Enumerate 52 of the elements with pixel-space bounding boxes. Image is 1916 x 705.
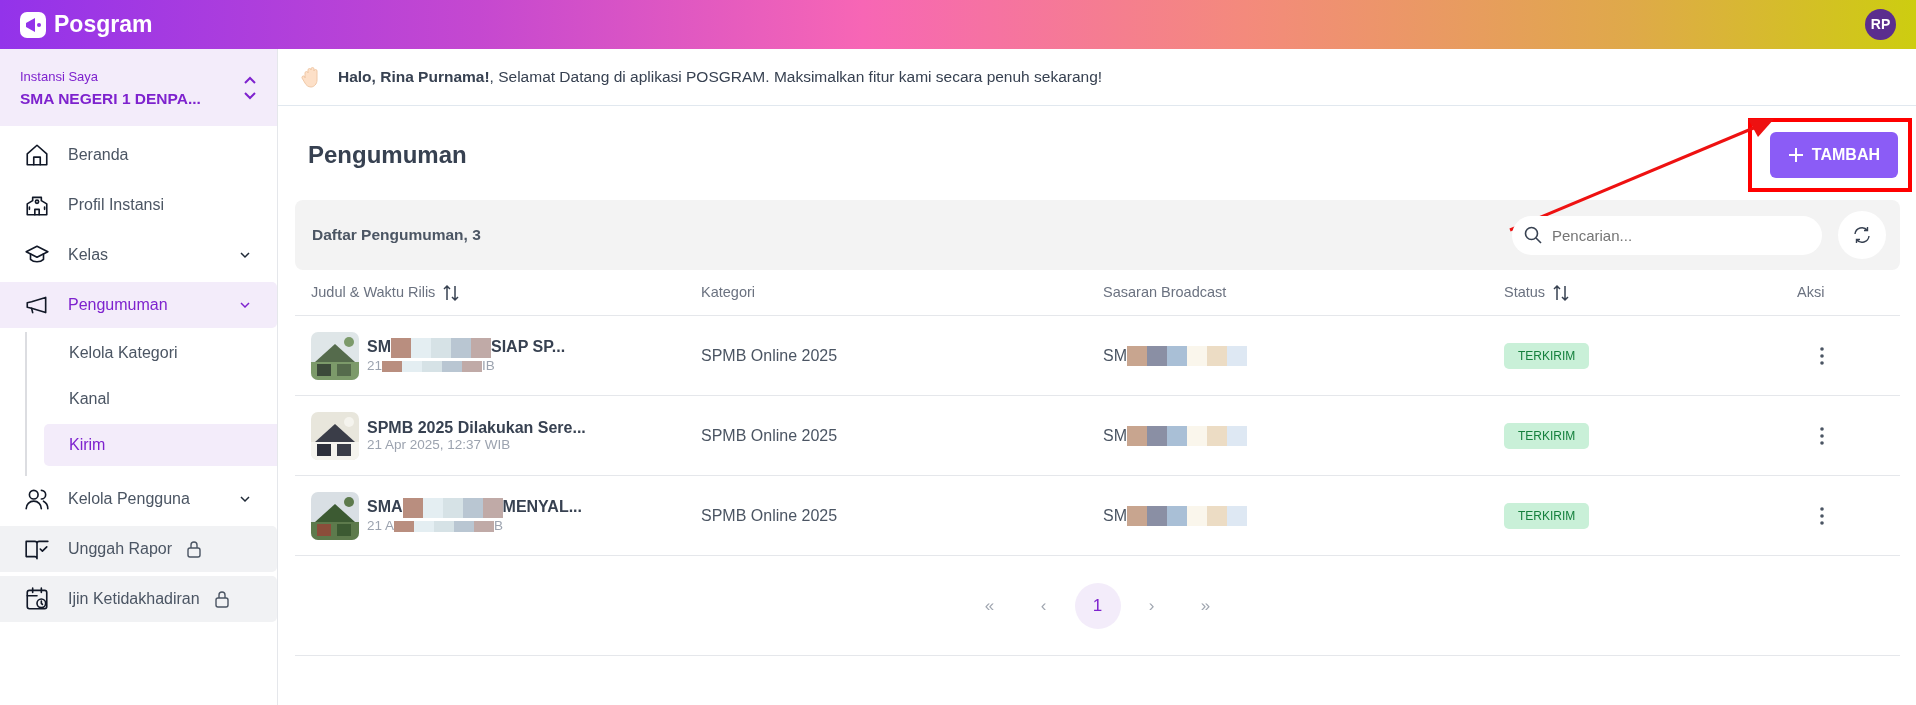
sidebar-item[interactable]: Pengumuman bbox=[0, 281, 277, 328]
calendar-clock-icon bbox=[24, 585, 50, 612]
sidebar-item[interactable]: Kelola Pengguna bbox=[0, 475, 277, 522]
category-text: SPMB Online 2025 bbox=[701, 426, 838, 444]
status-badge: TERKIRIM bbox=[1504, 423, 1590, 450]
search-icon bbox=[1524, 225, 1542, 244]
status-badge: TERKIRIM bbox=[1504, 343, 1590, 370]
sort-icon[interactable] bbox=[443, 283, 460, 302]
plus-icon bbox=[1787, 147, 1804, 163]
pagination-button[interactable]: 1 bbox=[1074, 582, 1121, 629]
column-header[interactable]: Judul & Waktu Rilis bbox=[311, 281, 436, 304]
sidebar-item[interactable]: Profil Instansi bbox=[0, 181, 277, 228]
sidebar-item[interactable]: Kelas bbox=[0, 231, 277, 278]
broadcast-target: SM bbox=[1103, 423, 1504, 448]
announcement-title: SM SIAP SP... bbox=[367, 337, 566, 358]
refresh-icon bbox=[1852, 225, 1872, 245]
column-header[interactable]: Sasaran Broadcast bbox=[1103, 281, 1227, 304]
up-down-chevron-icon bbox=[243, 75, 257, 102]
release-time: 21 Apr 2025, 12:37 WIB bbox=[367, 437, 512, 454]
category-text: SPMB Online 2025 bbox=[701, 506, 838, 524]
submenu-item[interactable]: Kanal bbox=[44, 377, 277, 420]
lock-icon bbox=[213, 589, 230, 608]
institution-label: Instansi Saya bbox=[20, 68, 100, 86]
institution-name: SMA NEGERI 1 DENPA... bbox=[20, 88, 201, 109]
page-title: Pengumuman bbox=[308, 140, 467, 170]
greeting-message: Halo, Rina Purnama!, Selamat Datang di aplikasi POSGRAM. Maksimalkan fitur kami secara penuh sekarang! bbox=[338, 67, 1103, 88]
category-text: SPMB Online 2025 bbox=[701, 346, 838, 364]
sidebar-item[interactable]: Beranda bbox=[0, 131, 277, 178]
release-time: 21 IB bbox=[367, 357, 496, 374]
column-header[interactable]: Status bbox=[1504, 281, 1546, 304]
logo-icon bbox=[20, 11, 46, 38]
app-name: Posgram bbox=[54, 10, 153, 40]
broadcast-target: SM bbox=[1103, 343, 1504, 368]
search-field[interactable]: Pencarian... bbox=[1512, 215, 1822, 255]
user-avatar[interactable]: RP bbox=[1865, 9, 1896, 40]
status-badge: TERKIRIM bbox=[1504, 503, 1590, 530]
column-header[interactable]: Kategori bbox=[701, 281, 755, 304]
sidebar-item[interactable]: Ijin Ketidakhadiran bbox=[0, 575, 277, 622]
announcement-title: SPMB 2025 Dilakukan Sere... bbox=[367, 417, 586, 437]
sidebar-item[interactable]: Unggah Rapor bbox=[0, 525, 277, 572]
list-title: Daftar Pengumuman, 3 bbox=[312, 225, 481, 246]
add-button[interactable]: TAMBAH bbox=[1769, 132, 1898, 178]
lock-icon bbox=[186, 539, 203, 558]
institution-selector[interactable]: Instansi Saya SMA NEGERI 1 DENPA... bbox=[0, 49, 277, 126]
release-time: 21 A B bbox=[367, 517, 505, 534]
submenu-item[interactable]: Kirim bbox=[44, 423, 277, 466]
refresh-button[interactable] bbox=[1838, 211, 1886, 259]
announcement-title: SMA MENYAL... bbox=[367, 497, 582, 518]
sort-icon[interactable] bbox=[1553, 283, 1570, 302]
submenu-item[interactable]: Kelola Kategori bbox=[44, 331, 277, 374]
column-header[interactable]: Aksi bbox=[1797, 281, 1825, 304]
broadcast-target: SM bbox=[1103, 503, 1504, 528]
